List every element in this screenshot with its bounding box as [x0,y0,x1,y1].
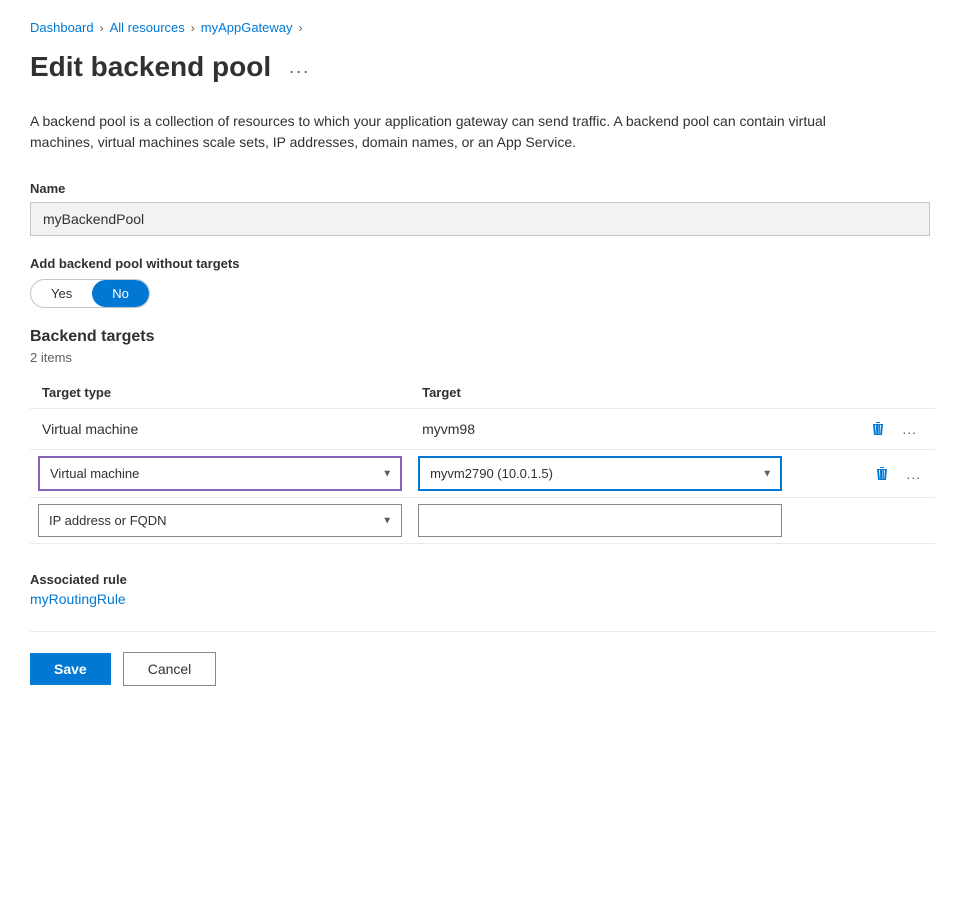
col-header-target: Target [410,377,790,409]
toggle-yes[interactable]: Yes [31,280,92,307]
more-options-button[interactable]: ... [283,55,316,80]
breadcrumb: Dashboard › All resources › myAppGateway… [30,20,935,35]
row1-more-button[interactable]: ... [896,417,923,441]
dots-icon: ... [902,421,917,437]
edit-target-cell: myvm2790 (10.0.1.5) ▼ [410,450,790,498]
page-title-area: Edit backend pool ... [30,51,935,83]
edit-type-cell: Virtual machine IP address or FQDN ▼ [30,450,410,498]
edit-more-button[interactable]: ... [900,462,927,486]
breadcrumb-sep-2: › [191,21,195,35]
items-count: 2 items [30,350,935,365]
row1-delete-button[interactable] [864,417,892,441]
new-type-cell: IP address or FQDN Virtual machine ▼ [30,498,410,544]
trash-icon [870,421,886,437]
edit-target-wrapper: myvm2790 (10.0.1.5) ▼ [418,456,782,491]
name-label: Name [30,181,935,196]
name-input[interactable] [30,202,930,236]
col-header-actions [790,377,935,409]
breadcrumb-gateway[interactable]: myAppGateway [201,20,293,35]
associated-rule-section: Associated rule myRoutingRule [30,572,935,607]
action-buttons: Save Cancel [30,652,935,686]
toggle-no[interactable]: No [92,280,149,307]
row1-target: myvm98 [410,409,790,450]
page-description: A backend pool is a collection of resour… [30,111,850,153]
targets-table: Target type Target Virtual machine myvm9… [30,377,935,544]
dots-icon-edit: ... [906,466,921,482]
new-type-wrapper: IP address or FQDN Virtual machine ▼ [38,504,402,537]
toggle-section: Add backend pool without targets Yes No [30,256,935,308]
associated-rule-label: Associated rule [30,572,935,587]
breadcrumb-sep-1: › [100,21,104,35]
table-row: Virtual machine myvm98 ... [30,409,935,450]
breadcrumb-dashboard[interactable]: Dashboard [30,20,94,35]
cancel-button[interactable]: Cancel [123,652,217,686]
page-title: Edit backend pool [30,51,271,83]
associated-rule-link[interactable]: myRoutingRule [30,591,126,607]
breadcrumb-sep-3: › [299,21,303,35]
backend-targets-title: Backend targets [30,328,935,346]
backend-targets-section: Backend targets 2 items Target type Targ… [30,328,935,544]
edit-delete-button[interactable] [868,462,896,486]
new-type-select[interactable]: IP address or FQDN Virtual machine [38,504,402,537]
edit-actions-cell: ... [790,450,935,498]
new-target-input[interactable] [418,504,782,537]
edit-type-wrapper: Virtual machine IP address or FQDN ▼ [38,456,402,491]
save-button[interactable]: Save [30,653,111,685]
toggle-group: Yes No [30,279,150,308]
edit-target-select[interactable]: myvm2790 (10.0.1.5) [418,456,782,491]
new-actions-cell [790,498,935,544]
edit-type-select[interactable]: Virtual machine IP address or FQDN [38,456,402,491]
table-row-edit: Virtual machine IP address or FQDN ▼ myv… [30,450,935,498]
col-header-type: Target type [30,377,410,409]
row1-actions: ... [790,409,935,450]
table-row-new: IP address or FQDN Virtual machine ▼ [30,498,935,544]
name-section: Name [30,181,935,236]
toggle-label: Add backend pool without targets [30,256,935,271]
row1-type: Virtual machine [30,409,410,450]
trash-icon-edit [874,466,890,482]
new-target-cell [410,498,790,544]
divider [30,631,935,632]
breadcrumb-allresources[interactable]: All resources [110,20,185,35]
